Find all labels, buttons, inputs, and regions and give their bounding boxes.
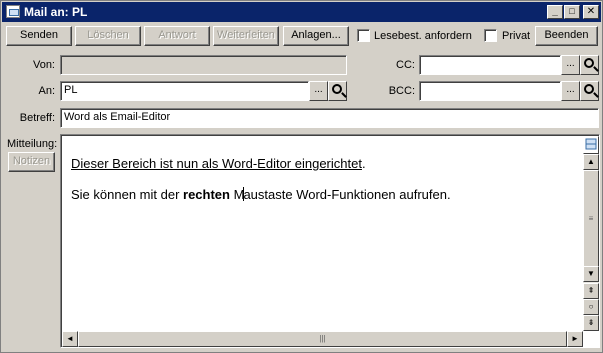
search-icon — [584, 84, 594, 94]
message-editor[interactable]: Dieser Bereich ist nun als Word-Editor e… — [60, 134, 600, 348]
to-label: An: — [38, 85, 55, 97]
quit-button[interactable]: Beenden — [535, 26, 598, 46]
scroll-right-button[interactable]: ► — [567, 331, 583, 347]
private-checkbox[interactable] — [484, 29, 497, 42]
mail-app-icon — [6, 5, 20, 18]
editor-line-1-text: Dieser Bereich ist nun als Word-Editor e… — [71, 156, 362, 171]
cc-field[interactable] — [419, 55, 561, 75]
to-search-button[interactable] — [328, 81, 347, 101]
bcc-browse-button[interactable]: ... — [561, 81, 580, 101]
reply-button[interactable]: Antwort — [144, 26, 210, 46]
next-page-button[interactable]: ⇟ — [583, 315, 599, 331]
vertical-scroll-thumb[interactable]: ≡ — [583, 170, 599, 270]
editor-line-2-end: austaste Word-Funktionen aufrufen. — [243, 187, 451, 202]
notes-button[interactable]: Notizen — [8, 152, 55, 172]
to-browse-button[interactable]: ... — [309, 81, 328, 101]
cc-search-button[interactable] — [580, 55, 599, 75]
close-button[interactable]: ✕ — [583, 5, 599, 19]
editor-line-2: Sie können mit der rechten Maustaste Wor… — [71, 187, 451, 202]
forward-button[interactable]: Weiterleiten — [213, 26, 279, 46]
bcc-label: BCC: — [388, 85, 415, 97]
vertical-scrollbar[interactable]: ▲ ≡ ▼ ⇞ ○ ⇟ — [583, 136, 599, 331]
window-title: Mail an: PL — [24, 5, 88, 19]
from-field — [60, 55, 347, 75]
bcc-field[interactable] — [419, 81, 561, 101]
search-icon — [332, 84, 342, 94]
delete-button[interactable]: Löschen — [75, 26, 141, 46]
scroll-down-button[interactable]: ▼ — [583, 266, 599, 282]
message-label: Mitteilung: — [7, 138, 58, 150]
minimize-button[interactable]: _ — [547, 5, 563, 19]
title-bar[interactable]: Mail an: PL _ □ ✕ — [2, 2, 601, 22]
split-view-icon[interactable] — [583, 136, 599, 154]
editor-line-1-end: . — [361, 156, 366, 171]
horizontal-scroll-thumb[interactable]: ||| — [78, 331, 567, 347]
subject-label: Betreff: — [19, 112, 55, 124]
mail-window: Mail an: PL _ □ ✕ Senden Löschen Antwort… — [0, 0, 603, 353]
scroll-left-button[interactable]: ◄ — [62, 331, 78, 347]
cc-browse-button[interactable]: ... — [561, 55, 580, 75]
from-label: Von: — [32, 59, 55, 71]
to-field[interactable]: PL — [60, 81, 309, 101]
editor-line-1: Dieser Bereich ist nun als Word-Editor e… — [71, 156, 366, 171]
subject-field[interactable]: Word als Email-Editor — [60, 108, 599, 128]
horizontal-scrollbar[interactable]: ◄ ||| ► — [62, 331, 583, 347]
maximize-button[interactable]: □ — [564, 5, 580, 19]
previous-page-button[interactable]: ⇞ — [583, 283, 599, 299]
search-icon — [584, 58, 594, 68]
private-label: Privat — [502, 30, 531, 42]
bcc-search-button[interactable] — [580, 81, 599, 101]
scroll-up-button[interactable]: ▲ — [583, 154, 599, 170]
read-receipt-label: Lesebest. anfordern — [374, 30, 472, 42]
editor-line-2-start: Sie können mit der — [71, 187, 184, 202]
cc-label: CC: — [396, 59, 415, 71]
attachments-button[interactable]: Anlagen... — [283, 26, 349, 46]
editor-line-2-bold: rechten — [183, 187, 230, 202]
send-button[interactable]: Senden — [6, 26, 72, 46]
read-receipt-checkbox[interactable] — [357, 29, 370, 42]
browse-object-button[interactable]: ○ — [583, 299, 599, 315]
